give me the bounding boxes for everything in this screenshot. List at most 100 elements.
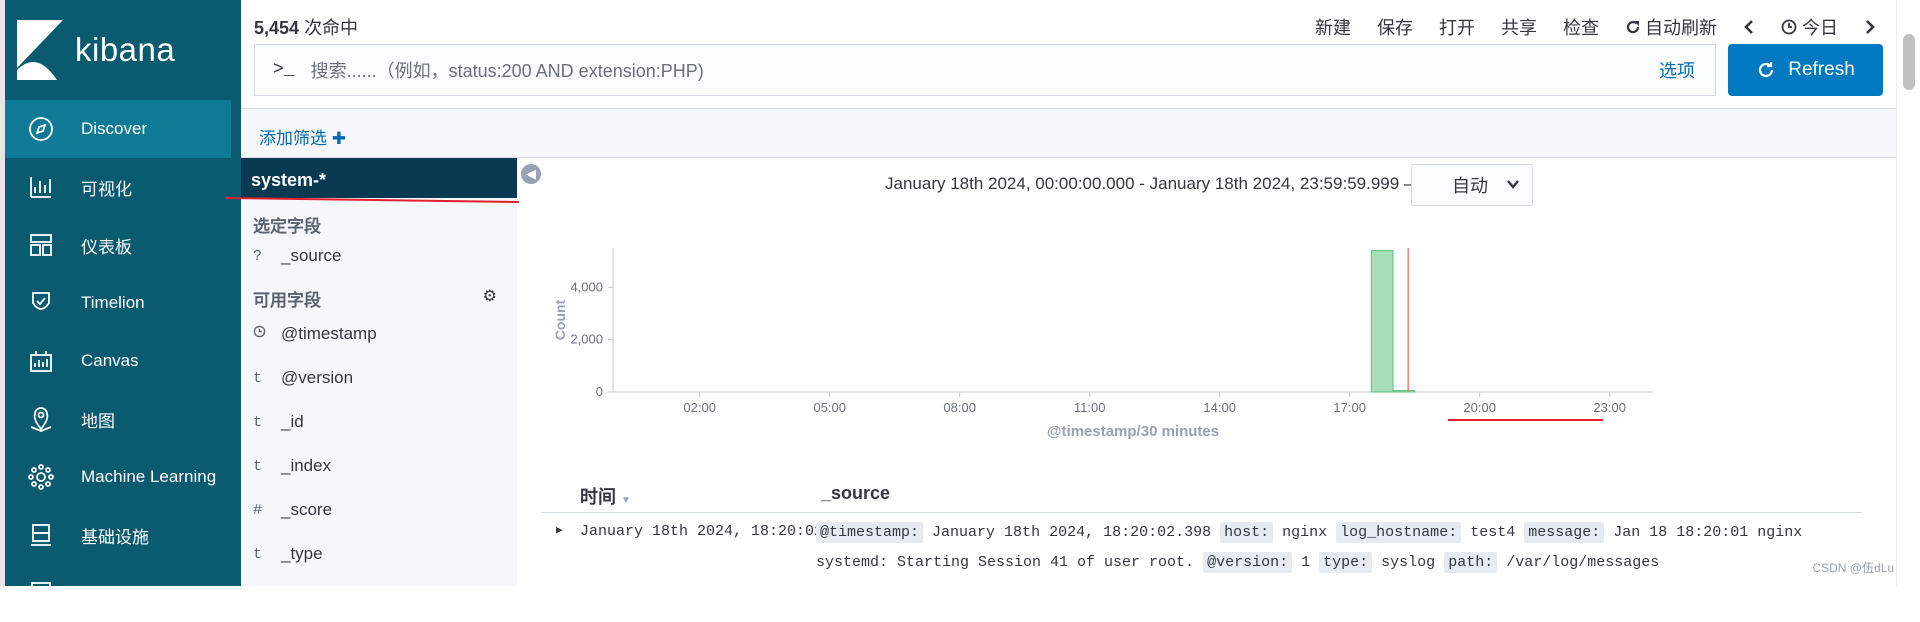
refresh-label: Refresh [1788, 59, 1855, 81]
time-picker-label: 今日 [1802, 14, 1838, 40]
source-field-value: 1 [1301, 554, 1310, 571]
timelion-icon [25, 287, 57, 319]
dashboard-icon [25, 229, 57, 261]
infra-icon [25, 519, 57, 551]
query-prompt-icon: >_ [273, 60, 295, 80]
sidebar-item-label: 基础设施 [81, 523, 149, 548]
clock-icon [1781, 19, 1797, 35]
row-source: @timestamp: January 18th 2024, 18:20:02.… [816, 518, 1876, 578]
sidebar-item-仪表板[interactable]: 仪表板 [5, 216, 241, 274]
add-filter-button[interactable]: 添加筛选 ✚ [259, 124, 346, 149]
scrollbar-thumb[interactable] [1903, 34, 1915, 90]
field-type-icon: t [253, 458, 281, 475]
field-item[interactable]: @timestamp [253, 324, 377, 344]
top-bar: 5,454 次命中 新建 保存 打开 共享 检查 自动刷新 今日 >_ 搜索..… [241, 0, 1896, 108]
compass-icon [25, 113, 57, 145]
logo-text: kibana [75, 31, 175, 69]
field-item[interactable]: ? _source [253, 246, 341, 266]
filter-bar: 添加筛选 ✚ [241, 108, 1896, 158]
x-tick-label: 17:00 [1333, 400, 1366, 415]
interval-select[interactable]: 自动 [1411, 164, 1533, 206]
collapse-sidebar-icon[interactable]: ◀ [521, 164, 541, 184]
sidebar-item-label: 可视化 [81, 175, 132, 200]
field-item[interactable]: t_id [253, 412, 304, 432]
time-forward-button[interactable] [1864, 19, 1876, 35]
watermark: CSDN @伍dLu [1812, 559, 1894, 576]
ml-icon [25, 461, 57, 493]
plus-icon: ✚ [332, 129, 346, 148]
search-bar[interactable]: >_ 搜索......（例如，status:200 AND extension:… [254, 44, 1716, 96]
annotation-underline [1448, 419, 1603, 421]
field-name: _source [281, 246, 341, 266]
time-picker-button[interactable]: 今日 [1781, 14, 1838, 40]
x-tick-label: 02:00 [683, 400, 716, 415]
field-type-icon: t [253, 546, 281, 563]
logs-icon [25, 577, 57, 609]
source-field-value: syslog [1381, 554, 1435, 571]
y-tick-label: 4,000 [570, 279, 603, 294]
chevron-right-icon [1864, 19, 1876, 35]
new-button[interactable]: 新建 [1315, 14, 1351, 40]
x-tick-label: 20:00 [1463, 400, 1496, 415]
refresh-icon [1756, 60, 1776, 80]
page-scrollbar[interactable] [1896, 0, 1920, 586]
kibana-logo-icon [17, 20, 63, 80]
index-pattern-selector[interactable]: system-* [241, 158, 517, 198]
y-axis-label: Count [552, 299, 568, 340]
options-link[interactable]: 选项 [1659, 57, 1695, 83]
time-back-button[interactable] [1743, 19, 1755, 35]
sidebar-item-基础设施[interactable]: 基础设施 [5, 506, 241, 564]
open-button[interactable]: 打开 [1439, 14, 1475, 40]
sidebar-item-可视化[interactable]: 可视化 [5, 158, 241, 216]
index-pattern-label: system-* [251, 170, 326, 190]
add-filter-label: 添加筛选 [259, 129, 327, 148]
field-name: @timestamp [281, 324, 377, 344]
field-item[interactable]: #_score [253, 500, 332, 520]
x-tick-label: 08:00 [943, 400, 976, 415]
share-button[interactable]: 共享 [1501, 14, 1537, 40]
hits-number: 5,454 [254, 18, 299, 38]
source-field-key: message: [1524, 522, 1604, 543]
expand-row-icon[interactable]: ▶ [556, 523, 563, 537]
refresh-button[interactable]: Refresh [1728, 44, 1883, 96]
histogram-bar [1393, 391, 1415, 392]
sidebar-item-日志[interactable]: 日志 [5, 564, 241, 622]
hits-label: 次命中 [304, 18, 358, 38]
field-name: _id [281, 412, 304, 432]
chevron-down-icon [1506, 177, 1520, 191]
time-column-header[interactable]: 时间 ▼ [580, 483, 631, 509]
field-item[interactable]: t_index [253, 456, 331, 476]
date-field-icon [253, 325, 281, 343]
field-item[interactable]: t@version [253, 368, 353, 388]
inspect-button[interactable]: 检查 [1563, 14, 1599, 40]
sidebar-item-canvas[interactable]: Canvas [5, 332, 241, 390]
x-tick-label: 14:00 [1203, 400, 1236, 415]
x-tick-label: 11:00 [1074, 400, 1106, 415]
source-field-value: test4 [1470, 524, 1515, 541]
source-field-key: host: [1220, 522, 1273, 543]
field-item[interactable]: t_type [253, 544, 323, 564]
discover-main: ◀ January 18th 2024, 00:00:00.000 - Janu… [517, 158, 1896, 586]
kibana-logo[interactable]: kibana [5, 0, 241, 100]
sidebar-item-label: 仪表板 [81, 233, 132, 258]
sidebar-item-discover[interactable]: Discover [5, 100, 231, 158]
auto-refresh-button[interactable]: 自动刷新 [1625, 14, 1717, 40]
sidebar-item-machine-learning[interactable]: Machine Learning [5, 448, 241, 506]
source-field-key: @version: [1203, 552, 1292, 573]
gear-icon[interactable]: ⚙ [483, 286, 497, 306]
sort-caret-icon: ▼ [621, 495, 631, 506]
map-icon [25, 403, 57, 435]
auto-refresh-label: 自动刷新 [1645, 14, 1717, 40]
source-field-key: path: [1444, 552, 1497, 573]
refresh-icon [1625, 19, 1641, 35]
chevron-left-icon [1743, 19, 1755, 35]
y-tick-label: 0 [596, 384, 603, 399]
sidebar-item-地图[interactable]: 地图 [5, 390, 241, 448]
save-button[interactable]: 保存 [1377, 14, 1413, 40]
sidebar-item-timelion[interactable]: Timelion [5, 274, 241, 332]
field-sidebar: system-* 选定字段 ? _source 可用字段 ⚙ @timestam… [241, 158, 517, 586]
field-name: @version [281, 368, 353, 388]
search-input[interactable]: 搜索......（例如，status:200 AND extension:PHP… [311, 57, 1659, 83]
document-table-header: 时间 ▼ _source [542, 469, 1862, 513]
y-tick-label: 2,000 [570, 332, 603, 347]
